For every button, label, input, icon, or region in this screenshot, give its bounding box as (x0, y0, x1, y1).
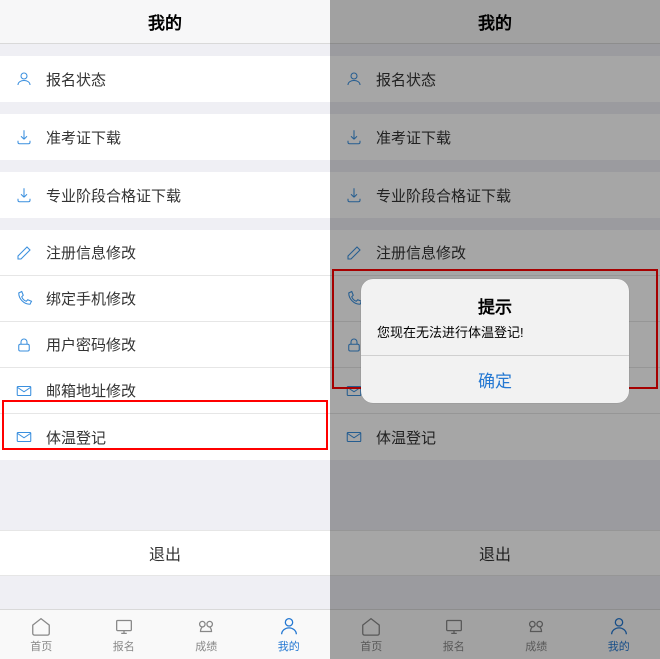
menu-registration-status[interactable]: 报名状态 (0, 56, 330, 102)
menu-group-2: 准考证下载 (0, 114, 330, 160)
menu-label: 注册信息修改 (46, 242, 136, 263)
page-title: 我的 (0, 0, 330, 44)
menu-edit-phone[interactable]: 绑定手机修改 (0, 276, 330, 322)
screen-left: 我的 报名状态 准考证下载 专业阶段合格证下载 (0, 0, 330, 659)
menu-group-3: 专业阶段合格证下载 (0, 172, 330, 218)
alert-confirm-button[interactable]: 确定 (361, 355, 629, 403)
mail-icon (14, 427, 34, 447)
score-icon (195, 615, 217, 637)
tab-label: 报名 (113, 638, 135, 654)
home-icon (30, 615, 52, 637)
mail-icon (14, 381, 34, 401)
download-icon (14, 185, 34, 205)
menu-edit-registration[interactable]: 注册信息修改 (0, 230, 330, 276)
menu-certificate-download[interactable]: 专业阶段合格证下载 (0, 172, 330, 218)
spacer (0, 102, 330, 114)
tab-label: 我的 (278, 638, 300, 654)
spacer (0, 44, 330, 56)
alert-title: 提示 (361, 279, 629, 322)
tab-signup[interactable]: 报名 (83, 610, 166, 659)
download-icon (14, 127, 34, 147)
menu-edit-email[interactable]: 邮箱地址修改 (0, 368, 330, 414)
spacer (0, 576, 330, 609)
menu-label: 体温登记 (46, 427, 106, 448)
tab-home[interactable]: 首页 (0, 610, 83, 659)
tab-label: 首页 (30, 638, 52, 654)
tab-label: 成绩 (195, 638, 217, 654)
phone-icon (14, 289, 34, 309)
logout-button[interactable]: 退出 (0, 530, 330, 576)
spacer (0, 160, 330, 172)
menu-temperature-register[interactable]: 体温登记 (0, 414, 330, 460)
menu-label: 绑定手机修改 (46, 288, 136, 309)
menu-group-4: 注册信息修改 绑定手机修改 用户密码修改 邮箱地址修改 体温登记 (0, 230, 330, 460)
tab-mine[interactable]: 我的 (248, 610, 331, 659)
menu-edit-password[interactable]: 用户密码修改 (0, 322, 330, 368)
alert-message: 您现在无法进行体温登记! (361, 322, 629, 355)
spacer (0, 218, 330, 230)
menu-label: 报名状态 (46, 69, 106, 90)
menu-group-1: 报名状态 (0, 56, 330, 102)
tab-bar: 首页 报名 成绩 我的 (0, 609, 330, 659)
user-icon (14, 69, 34, 89)
screen-right: 我的 报名状态 准考证下载 专业阶段合格证下载 (330, 0, 660, 659)
menu-label: 邮箱地址修改 (46, 380, 136, 401)
edit-icon (14, 243, 34, 263)
signup-icon (113, 615, 135, 637)
tab-score[interactable]: 成绩 (165, 610, 248, 659)
lock-icon (14, 335, 34, 355)
menu-label: 准考证下载 (46, 127, 121, 148)
alert-dialog: 提示 您现在无法进行体温登记! 确定 (361, 279, 629, 403)
menu-label: 专业阶段合格证下载 (46, 185, 181, 206)
person-icon (278, 615, 300, 637)
menu-admission-ticket-download[interactable]: 准考证下载 (0, 114, 330, 160)
menu-label: 用户密码修改 (46, 334, 136, 355)
